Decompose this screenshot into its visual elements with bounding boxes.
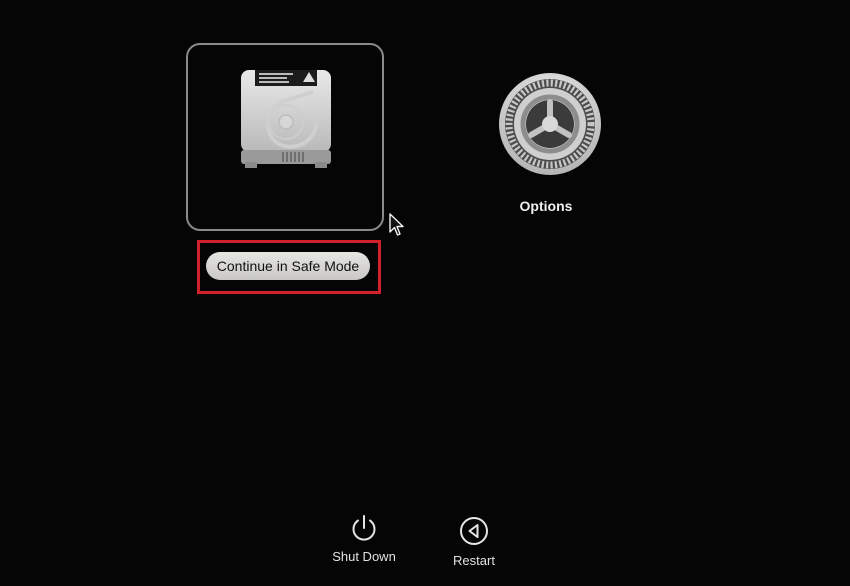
power-icon[interactable] <box>349 513 379 543</box>
shut-down-label[interactable]: Shut Down <box>324 549 404 564</box>
options-label[interactable]: Options <box>490 198 602 214</box>
hard-drive-icon <box>241 70 331 168</box>
gear-icon[interactable] <box>498 72 602 176</box>
continue-safe-mode-button[interactable]: Continue in Safe Mode <box>206 252 370 280</box>
restart-label[interactable]: Restart <box>436 553 512 568</box>
restart-icon[interactable] <box>459 516 489 546</box>
mouse-pointer-icon <box>389 213 404 236</box>
